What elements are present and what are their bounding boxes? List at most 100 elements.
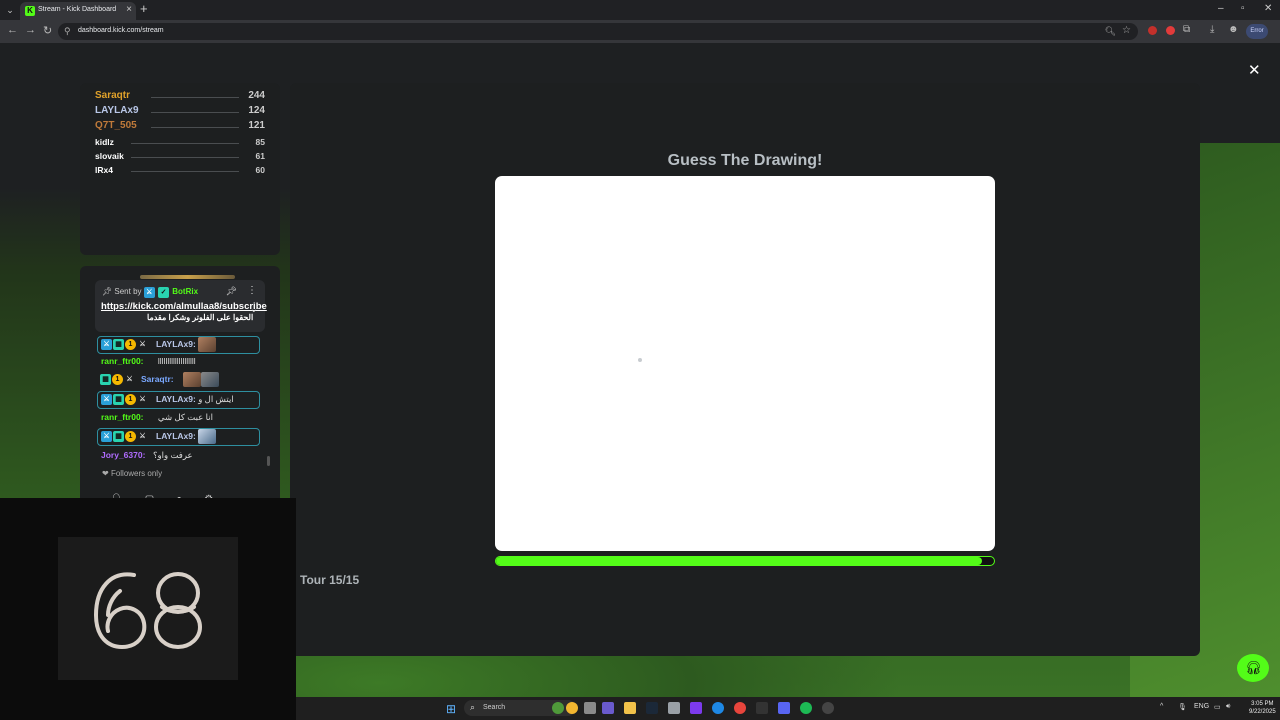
drawing-canvas[interactable] bbox=[495, 176, 995, 551]
chat-username[interactable]: LAYLAx9: bbox=[156, 339, 196, 349]
sword-badge-icon: ⚔ bbox=[139, 341, 146, 348]
user-badges: ⚔ ▦ 1 ⚔ bbox=[101, 431, 149, 443]
chat-username[interactable]: ranr_ftr00: bbox=[101, 356, 144, 366]
leaderboard-divider bbox=[151, 127, 239, 128]
chat-username[interactable]: LAYLAx9: bbox=[156, 394, 196, 404]
tray-chevron-icon[interactable]: ^ bbox=[1160, 703, 1163, 710]
widgets-app-icon[interactable] bbox=[552, 702, 564, 714]
user-badges: ⚔ ▦ 1 ⚔ bbox=[101, 339, 149, 351]
bot-name: BotRix bbox=[172, 287, 199, 296]
leaderboard-score: 85 bbox=[255, 137, 265, 147]
moderator-badge-icon: ⚔ bbox=[143, 287, 155, 298]
new-tab-button[interactable]: + bbox=[140, 1, 148, 16]
subscriber-badge-icon: 1 bbox=[112, 374, 123, 385]
sent-by-label: Sent by bbox=[114, 287, 142, 296]
browser-toolbar: ← → ↻ ⚲ dashboard.kick.com/stream 🔍︎ ☆ ⧉… bbox=[0, 20, 1280, 43]
steam-app-icon[interactable] bbox=[646, 702, 658, 714]
user-badges: ▦ 1 ⚔ bbox=[100, 374, 136, 386]
chat-emote bbox=[198, 337, 217, 352]
tab-close-icon[interactable]: × bbox=[126, 4, 132, 15]
volume-icon[interactable]: 🔊︎ bbox=[1226, 703, 1230, 711]
obs-app-icon[interactable] bbox=[690, 702, 702, 714]
leaderboard-score: 244 bbox=[248, 90, 265, 101]
address-bar[interactable]: ⚲ dashboard.kick.com/stream 🔍︎ ☆ bbox=[58, 23, 1138, 40]
chat-message[interactable]: ⚔ ▦ 1 ⚔ LAYLAx9: ايتش ال و bbox=[97, 391, 260, 409]
window-close-icon[interactable]: ✕ bbox=[1264, 3, 1272, 14]
search-icon: ⌕ bbox=[470, 702, 476, 712]
chat-message[interactable]: ▦ 1 ⚔ Saraqtr: bbox=[97, 372, 260, 388]
leaderboard-divider bbox=[151, 97, 239, 98]
chat-message[interactable]: Jory_6370: عرفت واو؟ bbox=[97, 448, 260, 464]
subscriber-badge-icon: 1 bbox=[125, 394, 136, 405]
chat-username[interactable]: Jory_6370: bbox=[101, 450, 145, 460]
edge-app-icon[interactable] bbox=[712, 702, 724, 714]
leaderboard-divider bbox=[151, 112, 239, 113]
chrome-app-icon[interactable] bbox=[734, 702, 746, 714]
zoom-icon[interactable]: 🔍︎ bbox=[1105, 26, 1116, 37]
spotify-app-icon[interactable] bbox=[800, 702, 812, 714]
more-options-icon[interactable]: ⋮ bbox=[247, 285, 257, 296]
pinned-link[interactable]: https://kick.com/almullaa8/subscribe bbox=[101, 301, 267, 313]
chat-message[interactable]: ranr_ftr00: llllllllllllllllllll bbox=[97, 354, 260, 370]
site-info-icon[interactable]: ⚲ bbox=[64, 26, 71, 37]
chat-username[interactable]: LAYLAx9: bbox=[156, 431, 196, 441]
error-button[interactable]: Error bbox=[1246, 24, 1268, 39]
youtube-extension-icon[interactable] bbox=[1148, 26, 1157, 35]
pin-icon[interactable]: 📌︎ bbox=[226, 286, 237, 297]
tab-list-button[interactable]: ⌄ bbox=[3, 3, 17, 17]
tab-kick-dashboard[interactable]: K Stream - Kick Dashboard × bbox=[20, 2, 136, 20]
chevron-down-icon[interactable]: ⌄ bbox=[250, 304, 258, 315]
clock-time: 3:05 PM bbox=[1251, 701, 1274, 707]
network-icon[interactable]: ▭ bbox=[1214, 703, 1221, 711]
terminal-app-icon[interactable] bbox=[756, 702, 768, 714]
file-explorer-icon[interactable] bbox=[624, 702, 636, 714]
copilot-app-icon[interactable] bbox=[566, 702, 578, 714]
recorder-extension-icon[interactable] bbox=[1166, 26, 1175, 35]
vip-badge-icon: ▦ bbox=[100, 374, 111, 385]
headset-icon: 🎧︎ bbox=[1245, 660, 1262, 675]
minimize-icon[interactable]: – bbox=[1218, 3, 1224, 14]
subscriber-badge-icon: 1 bbox=[125, 431, 136, 442]
timer-progress-fill bbox=[496, 557, 982, 565]
forward-icon[interactable]: → bbox=[25, 24, 36, 36]
leaderboard-row: lRx4 60 bbox=[95, 165, 265, 179]
discord-app-icon[interactable] bbox=[778, 702, 790, 714]
chat-username[interactable]: Saraqtr: bbox=[141, 374, 174, 384]
store-app-icon[interactable] bbox=[668, 702, 680, 714]
language-indicator[interactable]: ENG bbox=[1194, 703, 1209, 710]
sword-badge-icon: ⚔ bbox=[139, 396, 146, 403]
task-view-icon[interactable] bbox=[584, 702, 596, 714]
back-icon[interactable]: ← bbox=[7, 24, 18, 36]
microphone-icon[interactable]: 🎙︎ bbox=[1178, 703, 1187, 711]
timer-progress-bar bbox=[495, 556, 995, 566]
bookmark-star-icon[interactable]: ☆ bbox=[1122, 25, 1131, 36]
extensions-puzzle-icon[interactable]: ⧉ bbox=[1183, 24, 1190, 35]
drawing-game-panel: Guess The Drawing! Tour 15/15 bbox=[290, 83, 1200, 656]
pinned-message[interactable]: 📌︎ Sent by ⚔ ✓ BotRix 📌︎ ⋮ https://kick.… bbox=[95, 280, 267, 332]
github-app-icon[interactable] bbox=[822, 702, 834, 714]
chat-thumbnail-strip bbox=[140, 275, 235, 279]
chat-scrollbar[interactable] bbox=[267, 456, 270, 466]
chat-message[interactable]: ⚔ ▦ 1 ⚔ LAYLAx9: bbox=[97, 336, 260, 354]
support-chat-button[interactable]: 🎧︎ bbox=[1237, 654, 1269, 682]
clock[interactable]: 3:05 PM 9/22/2025 bbox=[1249, 700, 1276, 716]
clock-date: 9/22/2025 bbox=[1249, 709, 1276, 715]
heart-icon: ❤︎ bbox=[102, 469, 109, 478]
download-icon[interactable]: ⤓ bbox=[1210, 24, 1214, 35]
chat-username[interactable]: ranr_ftr00: bbox=[101, 412, 144, 422]
leaderboard-name: Q7T_505 bbox=[95, 120, 137, 131]
followers-only-label: ❤︎ Followers only bbox=[102, 469, 162, 478]
chat-message[interactable]: ranr_ftr00: انا عبت كل شي bbox=[97, 410, 260, 426]
leaderboard-panel: Saraqtr 244 LAYLAx9 124 Q7T_505 121 kidlz 85 slo… bbox=[80, 83, 280, 255]
windows-start-icon[interactable]: ⊞ bbox=[446, 702, 456, 716]
teams-app-icon[interactable] bbox=[602, 702, 614, 714]
maximize-icon[interactable]: ▫ bbox=[1241, 3, 1245, 14]
leaderboard-name: lRx4 bbox=[95, 165, 113, 175]
reload-icon[interactable]: ↻ bbox=[43, 24, 52, 37]
profile-icon[interactable]: ☻ bbox=[1228, 24, 1239, 35]
moderator-badge-icon: ⚔ bbox=[101, 339, 112, 350]
kick-favicon-icon: K bbox=[25, 6, 35, 16]
close-overlay-icon[interactable]: ✕ bbox=[1248, 61, 1261, 79]
url-text[interactable]: dashboard.kick.com/stream bbox=[78, 27, 164, 34]
chat-message[interactable]: ⚔ ▦ 1 ⚔ LAYLAx9: bbox=[97, 428, 260, 446]
